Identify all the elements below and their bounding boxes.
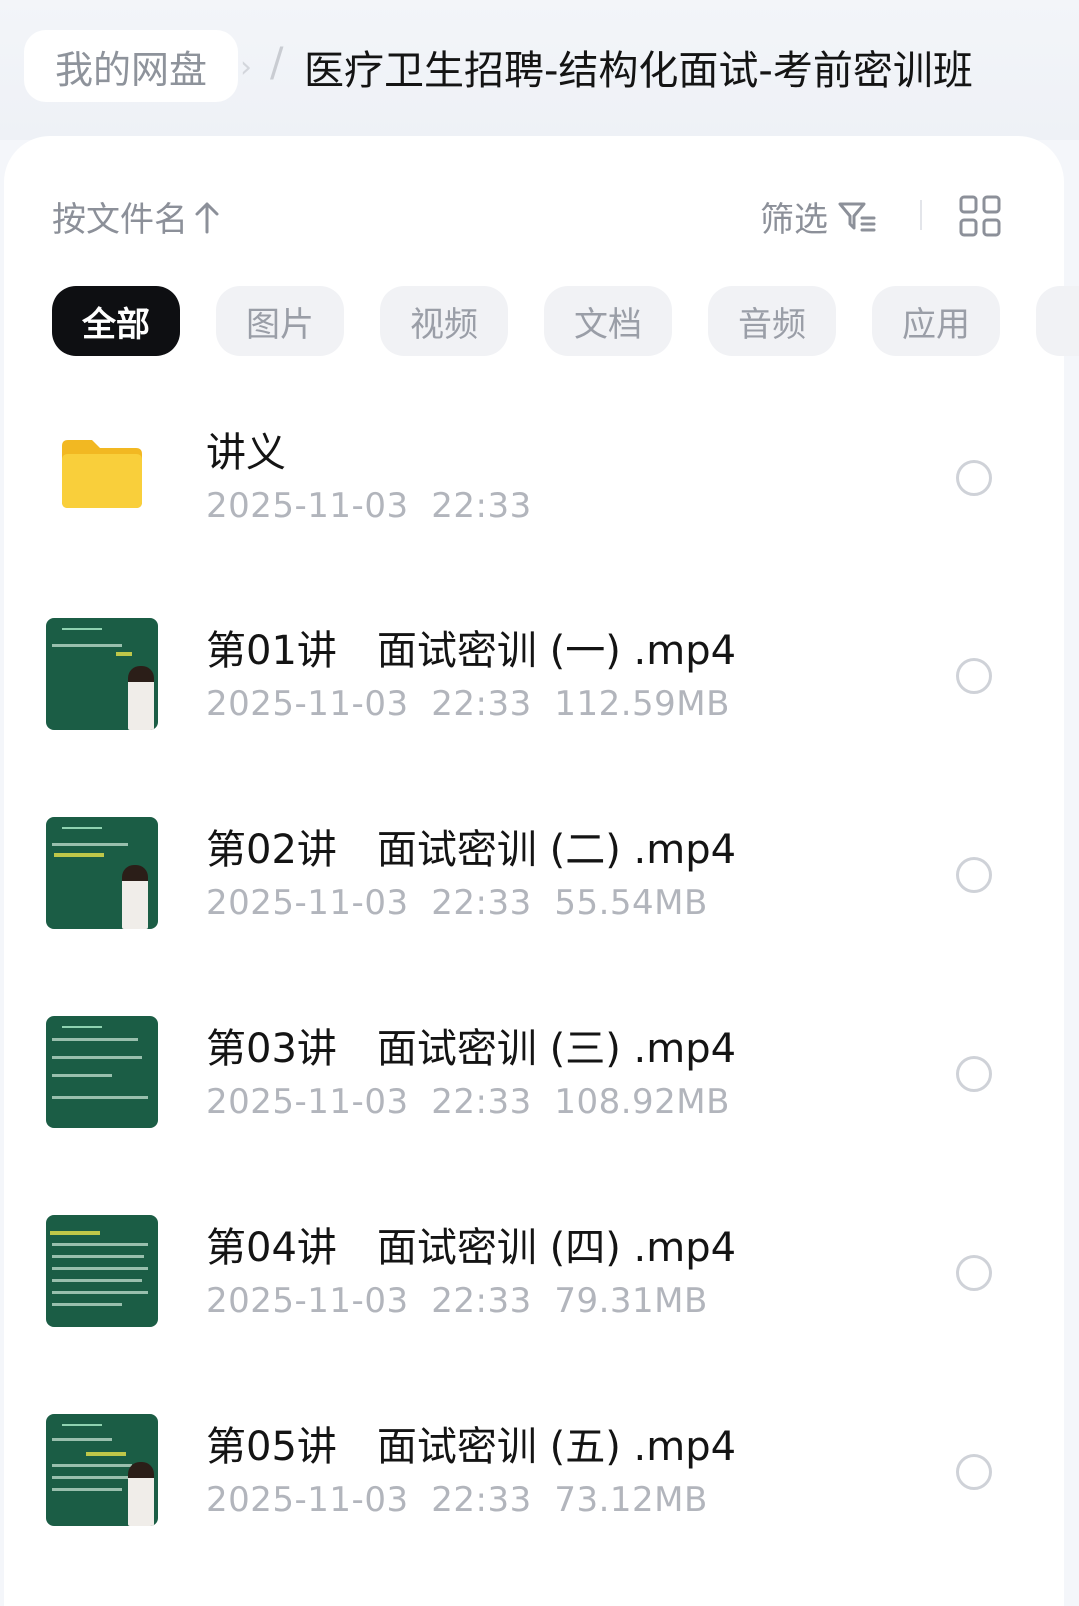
file-name: 第03讲 面试密训 (三) .mp4	[206, 1026, 737, 1072]
tab-audio[interactable]: 音频	[708, 286, 836, 356]
file-date: 2025-11-03	[206, 1281, 409, 1321]
tab-images[interactable]: 图片	[216, 286, 344, 356]
row-select-radio[interactable]	[956, 658, 992, 694]
video-thumbnail	[46, 1414, 158, 1526]
file-date: 2025-11-03	[206, 486, 409, 526]
file-size: 55.54MB	[554, 883, 708, 923]
file-size: 112.59MB	[554, 684, 730, 724]
row-select-radio[interactable]	[956, 857, 992, 893]
breadcrumb-separator: /	[270, 40, 284, 86]
file-meta: 2025-11-03 22:33	[206, 486, 532, 526]
arrow-up-icon	[195, 202, 219, 233]
filter-button[interactable]: 筛选	[760, 192, 876, 241]
tab-videos[interactable]: 视频	[380, 286, 508, 356]
list-item[interactable]: 第04讲 面试密训 (四) .mp4 2025-11-03 22:33 79.3…	[4, 1201, 1064, 1341]
list-item[interactable]: 第01讲 面试密训 (一) .mp4 2025-11-03 22:33 112.…	[4, 604, 1064, 744]
file-time: 22:33	[431, 684, 532, 724]
tab-documents[interactable]: 文档	[544, 286, 672, 356]
folder-icon	[62, 440, 142, 508]
filter-label: 筛选	[760, 200, 828, 240]
breadcrumb: 我的网盘 › / 医疗卫生招聘-结构化面试-考前密训班	[0, 0, 1079, 140]
grid-view-icon[interactable]	[958, 194, 1002, 238]
video-thumbnail	[46, 817, 158, 929]
list-item[interactable]: 讲义 2025-11-03 22:33	[4, 406, 1064, 546]
file-meta: 2025-11-03 22:33 55.54MB	[206, 883, 708, 923]
file-date: 2025-11-03	[206, 1480, 409, 1520]
file-time: 22:33	[431, 1082, 532, 1122]
file-size: 79.31MB	[554, 1281, 708, 1321]
sort-label: 按文件名	[52, 200, 188, 240]
row-select-radio[interactable]	[956, 1255, 992, 1291]
row-select-radio[interactable]	[956, 1056, 992, 1092]
file-date: 2025-11-03	[206, 1082, 409, 1122]
toolbar-divider	[920, 200, 922, 230]
category-tabs: 全部 图片 视频 文档 音频 应用	[52, 286, 1079, 356]
file-time: 22:33	[431, 1480, 532, 1520]
file-time: 22:33	[431, 1281, 532, 1321]
row-select-radio[interactable]	[956, 460, 992, 496]
file-meta: 2025-11-03 22:33 108.92MB	[206, 1082, 730, 1122]
file-browser-page: 我的网盘 › / 医疗卫生招聘-结构化面试-考前密训班 按文件名 筛选 全部 图…	[0, 0, 1079, 1606]
file-date: 2025-11-03	[206, 684, 409, 724]
file-meta: 2025-11-03 22:33 73.12MB	[206, 1480, 708, 1520]
breadcrumb-current: 医疗卫生招聘-结构化面试-考前密训班	[304, 48, 973, 94]
list-item[interactable]: 第03讲 面试密训 (三) .mp4 2025-11-03 22:33 108.…	[4, 1002, 1064, 1142]
file-name: 第05讲 面试密训 (五) .mp4	[206, 1424, 737, 1470]
file-name: 第02讲 面试密训 (二) .mp4	[206, 827, 737, 873]
file-meta: 2025-11-03 22:33 79.31MB	[206, 1281, 708, 1321]
row-select-radio[interactable]	[956, 1454, 992, 1490]
list-item[interactable]: 第02讲 面试密训 (二) .mp4 2025-11-03 22:33 55.5…	[4, 803, 1064, 943]
tab-more[interactable]	[1036, 286, 1079, 356]
file-meta: 2025-11-03 22:33 112.59MB	[206, 684, 730, 724]
video-thumbnail	[46, 1016, 158, 1128]
tab-all[interactable]: 全部	[52, 286, 180, 356]
file-time: 22:33	[431, 883, 532, 923]
tab-apps[interactable]: 应用	[872, 286, 1000, 356]
filter-icon	[838, 202, 876, 231]
video-thumbnail	[46, 618, 158, 730]
video-thumbnail	[46, 1215, 158, 1327]
file-size: 108.92MB	[554, 1082, 730, 1122]
file-date: 2025-11-03	[206, 883, 409, 923]
list-item[interactable]: 第05讲 面试密训 (五) .mp4 2025-11-03 22:33 73.1…	[4, 1400, 1064, 1540]
file-name: 第04讲 面试密训 (四) .mp4	[206, 1225, 737, 1271]
sort-by-name-button[interactable]: 按文件名	[52, 192, 220, 241]
file-size: 73.12MB	[554, 1480, 708, 1520]
file-name: 第01讲 面试密训 (一) .mp4	[206, 628, 737, 674]
breadcrumb-root[interactable]: 我的网盘	[24, 30, 238, 102]
file-name: 讲义	[206, 430, 286, 476]
file-time: 22:33	[431, 486, 532, 526]
chevron-right-icon: ›	[240, 50, 252, 85]
